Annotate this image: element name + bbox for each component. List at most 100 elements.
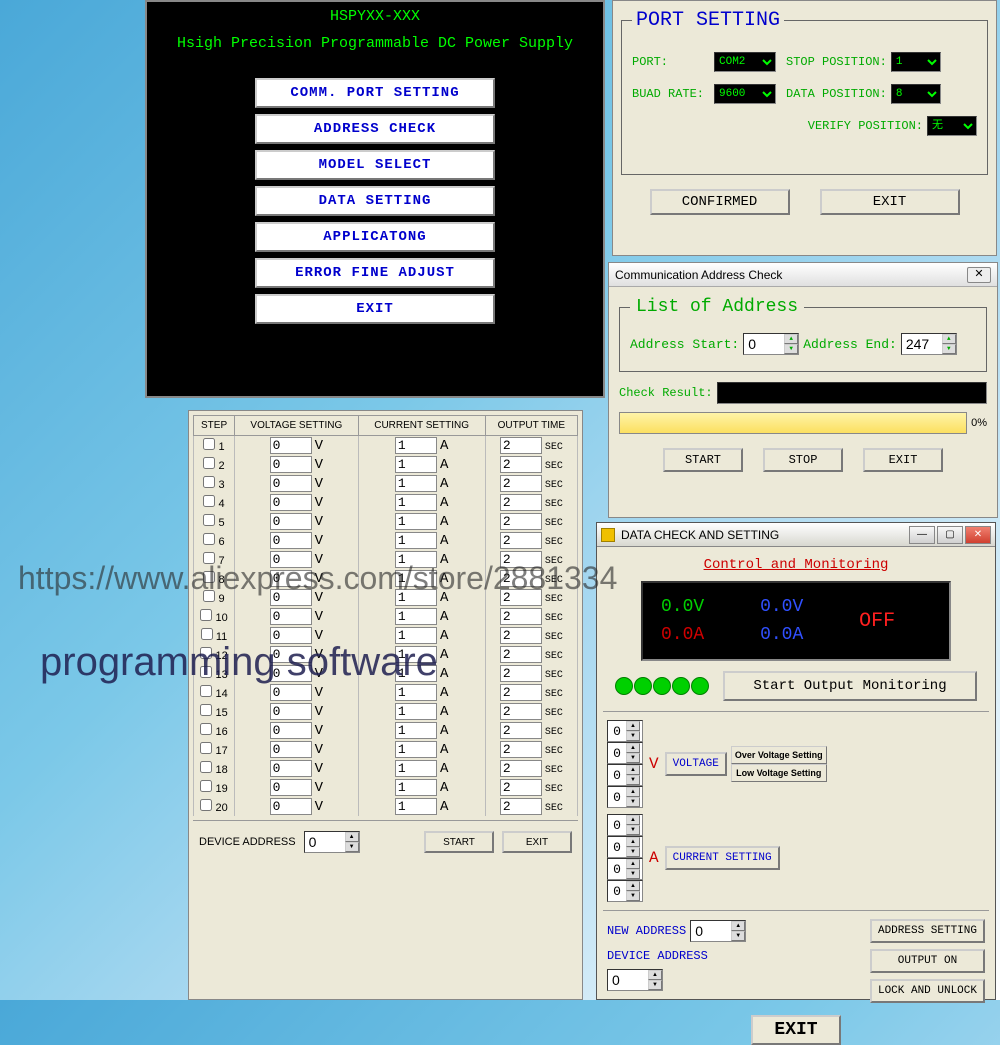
step-checkbox[interactable] [203, 476, 215, 488]
time-input[interactable] [500, 437, 542, 454]
voltage-input[interactable] [270, 532, 312, 549]
step-checkbox[interactable] [203, 457, 215, 469]
digit-spinner[interactable]: ▲▼ [607, 814, 643, 836]
new-address-spinner[interactable]: ▲▼ [690, 920, 746, 942]
device-address-spinner-2[interactable]: ▲▼ [607, 969, 663, 991]
current-input[interactable] [395, 570, 437, 587]
baud-select[interactable]: 9600 [714, 84, 776, 104]
model-select-button[interactable]: MODEL SELECT [255, 150, 495, 180]
data-exit-button[interactable]: EXIT [751, 1015, 841, 1045]
current-input[interactable] [395, 608, 437, 625]
exit-button[interactable]: EXIT [255, 294, 495, 324]
time-input[interactable] [500, 494, 542, 511]
digit-spinner[interactable]: ▲▼ [607, 858, 643, 880]
step-checkbox[interactable] [200, 742, 212, 754]
time-input[interactable] [500, 589, 542, 606]
current-input[interactable] [395, 456, 437, 473]
step-checkbox[interactable] [203, 495, 215, 507]
digit-spinner[interactable]: ▲▼ [607, 764, 643, 786]
voltage-input[interactable] [270, 646, 312, 663]
voltage-button[interactable]: VOLTAGE [665, 752, 727, 776]
step-checkbox[interactable] [203, 438, 215, 450]
voltage-input[interactable] [270, 760, 312, 777]
current-input[interactable] [395, 494, 437, 511]
close-icon[interactable]: ✕ [965, 526, 991, 544]
current-input[interactable] [395, 532, 437, 549]
time-input[interactable] [500, 665, 542, 682]
confirmed-button[interactable]: CONFIRMED [650, 189, 790, 215]
step-start-button[interactable]: START [424, 831, 494, 853]
current-input[interactable] [395, 722, 437, 739]
data-pos-select[interactable]: 8 [891, 84, 941, 104]
verify-select[interactable]: 无 [927, 116, 977, 136]
output-on-button[interactable]: OUTPUT ON [870, 949, 985, 973]
step-checkbox[interactable] [203, 590, 215, 602]
voltage-input[interactable] [270, 513, 312, 530]
time-input[interactable] [500, 475, 542, 492]
low-voltage-button[interactable]: Low Voltage Setting [731, 764, 827, 782]
current-input[interactable] [395, 798, 437, 815]
voltage-input[interactable] [270, 703, 312, 720]
port-exit-button[interactable]: EXIT [820, 189, 960, 215]
address-setting-button[interactable]: ADDRESS SETTING [870, 919, 985, 943]
voltage-input[interactable] [270, 589, 312, 606]
voltage-input[interactable] [270, 779, 312, 796]
port-select[interactable]: COM2 [714, 52, 776, 72]
voltage-input[interactable] [270, 494, 312, 511]
addr-start-button[interactable]: START [663, 448, 743, 472]
time-input[interactable] [500, 779, 542, 796]
minimize-icon[interactable]: — [909, 526, 935, 544]
digit-spinner[interactable]: ▲▼ [607, 880, 643, 902]
voltage-input[interactable] [270, 741, 312, 758]
voltage-input[interactable] [270, 798, 312, 815]
error-adjust-button[interactable]: ERROR FINE ADJUST [255, 258, 495, 288]
addr-end-spinner[interactable]: ▲▼ [901, 333, 957, 355]
current-setting-button[interactable]: CURRENT SETTING [665, 846, 780, 870]
step-checkbox[interactable] [200, 704, 212, 716]
voltage-input[interactable] [270, 475, 312, 492]
time-input[interactable] [500, 684, 542, 701]
time-input[interactable] [500, 456, 542, 473]
digit-spinner[interactable]: ▲▼ [607, 836, 643, 858]
step-checkbox[interactable] [200, 609, 212, 621]
digit-spinner[interactable]: ▲▼ [607, 786, 643, 808]
time-input[interactable] [500, 513, 542, 530]
application-button[interactable]: APPLICATONG [255, 222, 495, 252]
comm-port-button[interactable]: COMM. PORT SETTING [255, 78, 495, 108]
time-input[interactable] [500, 760, 542, 777]
current-input[interactable] [395, 741, 437, 758]
lock-unlock-button[interactable]: LOCK AND UNLOCK [870, 979, 985, 1003]
current-input[interactable] [395, 760, 437, 777]
addr-start-spinner[interactable]: ▲▼ [743, 333, 799, 355]
step-exit-button[interactable]: EXIT [502, 831, 572, 853]
step-checkbox[interactable] [201, 628, 213, 640]
current-input[interactable] [395, 665, 437, 682]
addr-exit-button[interactable]: EXIT [863, 448, 943, 472]
step-checkbox[interactable] [200, 723, 212, 735]
current-input[interactable] [395, 551, 437, 568]
step-checkbox[interactable] [200, 685, 212, 697]
voltage-input[interactable] [270, 665, 312, 682]
current-input[interactable] [395, 646, 437, 663]
voltage-input[interactable] [270, 551, 312, 568]
maximize-icon[interactable]: ▢ [937, 526, 963, 544]
step-checkbox[interactable] [203, 514, 215, 526]
current-input[interactable] [395, 513, 437, 530]
device-address-spinner[interactable]: ▲▼ [304, 831, 360, 853]
voltage-input[interactable] [270, 437, 312, 454]
voltage-input[interactable] [270, 608, 312, 625]
voltage-input[interactable] [270, 684, 312, 701]
time-input[interactable] [500, 570, 542, 587]
time-input[interactable] [500, 722, 542, 739]
time-input[interactable] [500, 608, 542, 625]
current-input[interactable] [395, 437, 437, 454]
over-voltage-button[interactable]: Over Voltage Setting [731, 746, 827, 764]
step-checkbox[interactable] [200, 780, 212, 792]
time-input[interactable] [500, 703, 542, 720]
time-input[interactable] [500, 532, 542, 549]
addr-stop-button[interactable]: STOP [763, 448, 843, 472]
time-input[interactable] [500, 798, 542, 815]
voltage-input[interactable] [270, 722, 312, 739]
voltage-input[interactable] [270, 570, 312, 587]
time-input[interactable] [500, 646, 542, 663]
